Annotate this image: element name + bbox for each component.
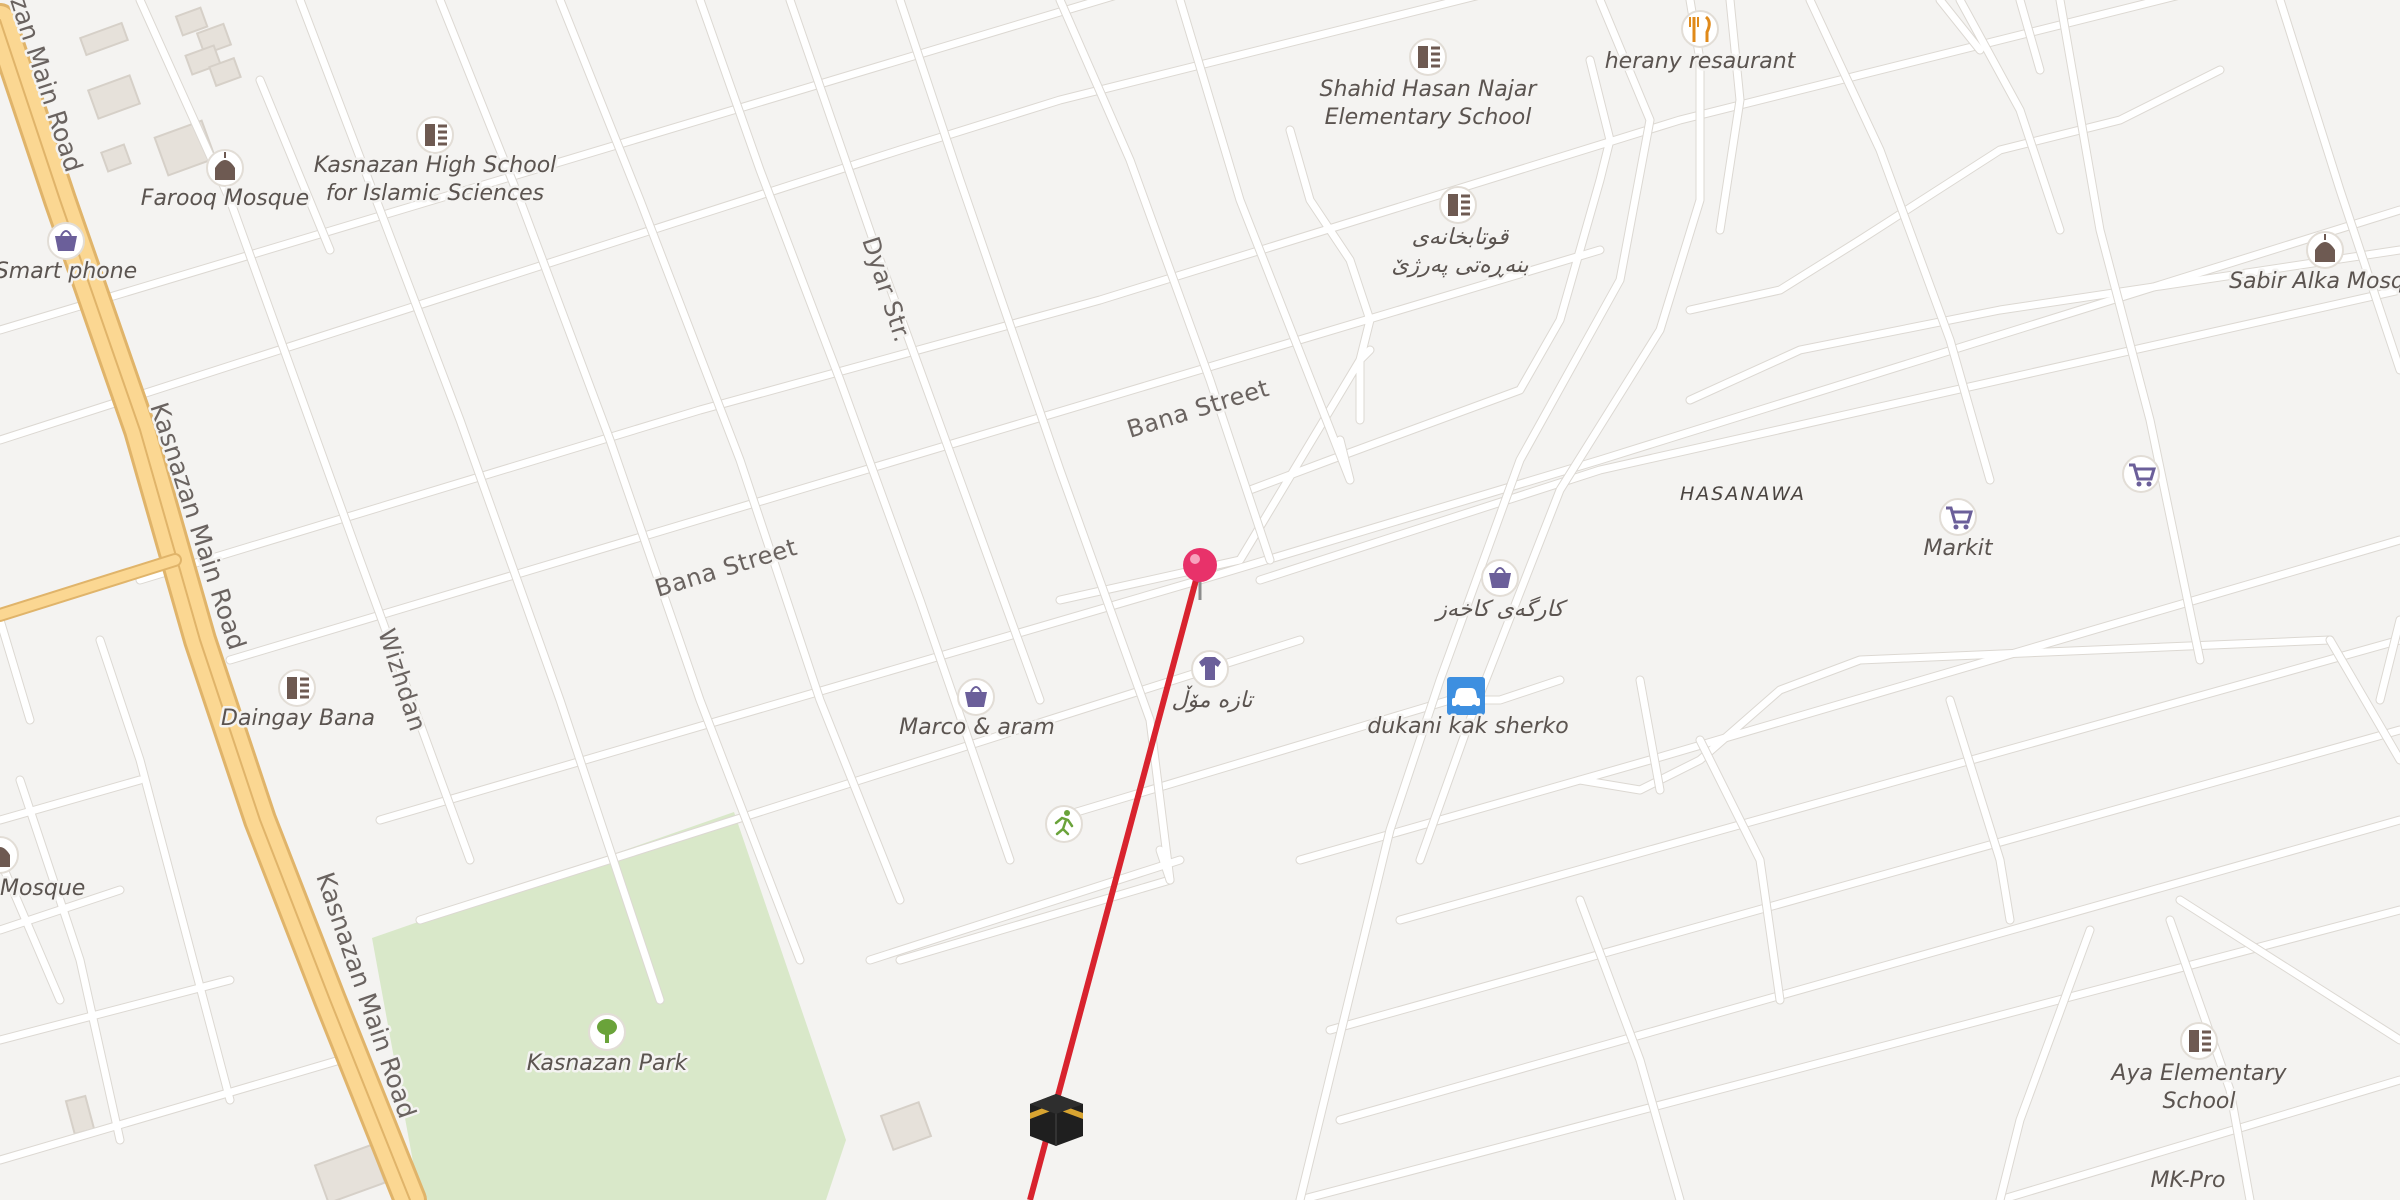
poi-karga-shop[interactable]: کارگەی کاخەز — [1431, 559, 1571, 625]
area-label-hasanawa: HASANAWA — [1680, 483, 1806, 505]
kaaba-icon — [1030, 1094, 1083, 1146]
clothes-icon — [1191, 650, 1229, 688]
poi-label: Markit — [1924, 536, 1994, 561]
poi-label: School — [2162, 1089, 2235, 1114]
poi-label: Kasnazan High School — [314, 153, 557, 178]
poi-label: تازە مۆڵ — [1171, 685, 1255, 713]
poi-sports[interactable] — [1045, 805, 1083, 843]
location-pin[interactable] — [1183, 548, 1217, 600]
restaurant-icon — [1681, 10, 1719, 48]
shopping-bag-icon — [957, 678, 995, 716]
mosque-icon — [0, 836, 19, 874]
poi-sabir-alka-mosque[interactable]: Sabir Alka Mosq — [2227, 231, 2400, 297]
street-label-dyar: Dyar Str. — [856, 233, 916, 346]
poi-mk-pro[interactable]: MK-Pro — [2148, 1166, 2228, 1196]
poi-label: Mosque — [0, 876, 85, 901]
poi-label: قوتابخانەی — [1412, 225, 1510, 250]
cart-icon — [1939, 498, 1977, 536]
poi-label: Daingay Bana — [221, 706, 375, 731]
map-svg[interactable]: Bana Street Bana Street Dyar Str. Wizhda… — [0, 0, 2400, 1200]
poi-label: MK-Pro — [2151, 1168, 2226, 1193]
kaaba-marker[interactable] — [1030, 1094, 1083, 1146]
shopping-bag-icon — [47, 222, 85, 260]
poi-markit[interactable]: Markit — [1921, 498, 1996, 564]
poi-herany-restaurant[interactable]: herany resaurant — [1602, 10, 1799, 77]
school-icon — [1409, 38, 1447, 76]
school-icon — [2180, 1022, 2218, 1060]
poi-daingay-bana[interactable]: Daingay Bana — [219, 669, 377, 734]
poi-label: Shahid Hasan Najar — [1320, 77, 1539, 102]
map-canvas[interactable]: Bana Street Bana Street Dyar Str. Wizhda… — [0, 0, 2400, 1200]
mosque-icon — [206, 149, 244, 187]
poi-label: Marco & aram — [899, 715, 1055, 740]
cart-icon — [2122, 455, 2160, 493]
poi-smart-phone[interactable]: Smart phone — [0, 222, 140, 287]
location-pin-icon — [1183, 548, 1217, 600]
school-icon — [416, 116, 454, 154]
tree-icon — [588, 1013, 626, 1051]
sports-icon — [1045, 805, 1083, 843]
school-icon — [278, 669, 316, 707]
school-icon — [1439, 186, 1477, 224]
street-label-wizhdan: Wizhdan — [372, 625, 431, 735]
poi-label: Smart phone — [0, 259, 137, 284]
poi-label: Kasnazan Park — [527, 1051, 689, 1076]
shopping-bag-icon — [1481, 559, 1519, 597]
poi-label: Elementary School — [1325, 105, 1532, 130]
mosque-icon — [2306, 231, 2344, 269]
poi-shahid-school[interactable]: Shahid Hasan Najar Elementary School — [1317, 38, 1541, 133]
poi-label: Farooq Mosque — [141, 186, 309, 211]
poi-label: کارگەی کاخەز — [1433, 596, 1568, 622]
poi-aya-school[interactable]: Aya Elementary School — [2107, 1022, 2290, 1117]
poi-label: herany resaurant — [1605, 49, 1797, 74]
poi-label: dukani kak sherko — [1367, 714, 1568, 739]
poi-label: for Islamic Sciences — [326, 181, 544, 206]
park-area — [372, 812, 846, 1200]
poi-label: Aya Elementary — [2109, 1061, 2287, 1086]
poi-label: بنەڕەتی پەرژێ — [1391, 253, 1528, 278]
poi-label: Sabir Alka Mosq — [2229, 269, 2400, 294]
car-icon — [1447, 677, 1485, 715]
poi-cart-east[interactable] — [2122, 455, 2160, 493]
